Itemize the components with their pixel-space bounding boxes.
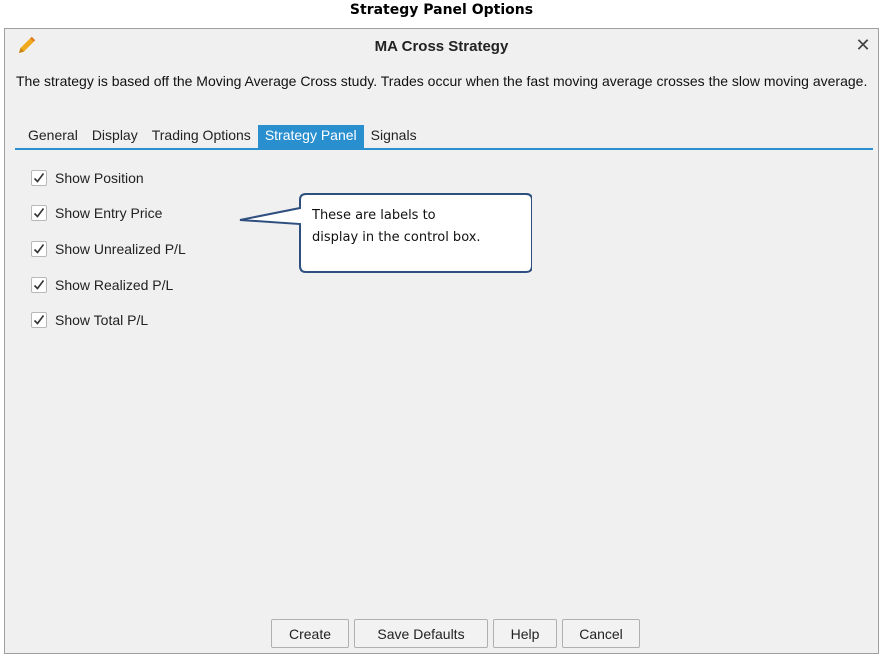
checkbox[interactable] (31, 277, 47, 293)
figure-caption: Strategy Panel Options (349, 2, 534, 18)
checkbox[interactable] (31, 170, 47, 186)
tab-display[interactable]: Display (85, 125, 145, 148)
option-label: Show Realized P/L (55, 277, 174, 293)
option-show-realized-pl[interactable]: Show Realized P/L (31, 275, 173, 295)
checkbox[interactable] (31, 312, 47, 328)
callout-text: These are labels to display in the contr… (312, 205, 532, 249)
tab-signals[interactable]: Signals (364, 125, 424, 148)
cancel-button[interactable]: Cancel (562, 619, 640, 648)
strategy-description: The strategy is based off the Moving Ave… (16, 73, 868, 89)
option-show-total-pl[interactable]: Show Total P/L (31, 310, 148, 330)
option-label: Show Position (55, 170, 144, 186)
checkmark-icon (33, 244, 45, 254)
callout-line-1: These are labels to (312, 208, 436, 223)
tab-trading-options[interactable]: Trading Options (145, 125, 258, 148)
window-title: MA Cross Strategy (374, 38, 509, 55)
checkmark-icon (33, 280, 45, 290)
checkmark-icon (33, 208, 45, 218)
callout-line-2: display in the control box. (312, 230, 481, 245)
option-show-unrealized-pl[interactable]: Show Unrealized P/L (31, 239, 186, 259)
save-defaults-button[interactable]: Save Defaults (354, 619, 488, 648)
checkbox[interactable] (31, 205, 47, 221)
create-button[interactable]: Create (271, 619, 349, 648)
checkbox[interactable] (31, 241, 47, 257)
close-icon[interactable]: ✕ (852, 34, 874, 56)
option-show-position[interactable]: Show Position (31, 168, 144, 188)
option-label: Show Total P/L (55, 312, 149, 328)
tab-bar: General Display Trading Options Strategy… (21, 125, 424, 148)
checkmark-icon (33, 173, 45, 183)
title-bar: MA Cross Strategy ✕ (5, 29, 878, 63)
dialog-window: MA Cross Strategy ✕ The strategy is base… (4, 28, 879, 654)
option-label: Show Entry Price (55, 205, 163, 221)
button-bar: Create Save Defaults Help Cancel (5, 619, 878, 649)
tab-strategy-panel[interactable]: Strategy Panel (257, 125, 364, 148)
option-label: Show Unrealized P/L (55, 241, 186, 257)
help-button[interactable]: Help (493, 619, 557, 648)
tab-general[interactable]: General (21, 125, 85, 148)
tab-underline (15, 148, 873, 150)
checkmark-icon (33, 315, 45, 325)
option-show-entry-price[interactable]: Show Entry Price (31, 203, 162, 223)
